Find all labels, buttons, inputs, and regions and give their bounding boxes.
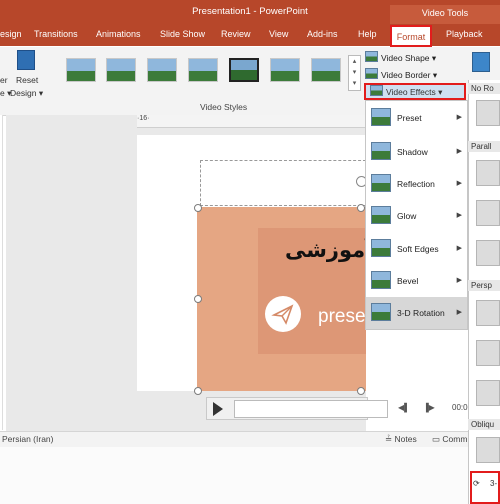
reset-design-label-2[interactable]: Design ▾ [10, 88, 43, 99]
step-back-icon[interactable]: ◀▌ [398, 403, 410, 412]
video-shape-button[interactable]: Video Shape ▾ [365, 51, 436, 64]
submenu-arrow-icon: ▶ [456, 245, 462, 252]
video-style-thumbnail[interactable] [147, 58, 177, 82]
reflection-icon [371, 174, 391, 192]
status-bar [0, 431, 500, 448]
shadow-icon [371, 142, 391, 160]
tab-transitions[interactable]: Transitions [34, 29, 78, 39]
play-icon[interactable] [213, 402, 223, 416]
3d-rotation-icon [371, 303, 391, 321]
rotation-swatch[interactable] [476, 240, 500, 266]
menu-item-soft-edges[interactable]: Soft Edges ▶ [366, 233, 467, 265]
gallery-header-oblique: Obliqu [468, 419, 500, 430]
video-style-thumbnail[interactable] [106, 58, 136, 82]
reset-design-icon [17, 50, 35, 70]
video-tools-group-label: Video Tools [390, 5, 500, 24]
video-shape-icon [365, 51, 378, 62]
tab-playback[interactable]: Playback [446, 29, 483, 39]
video-style-thumbnail[interactable] [66, 58, 96, 82]
horizontal-ruler: ·16· [137, 115, 367, 128]
video-style-thumbnail[interactable] [311, 58, 341, 82]
ruler-mark: ·16· [137, 115, 150, 122]
submenu-arrow-icon: ▶ [456, 114, 462, 121]
menu-item-shadow[interactable]: Shadow ▶ [366, 136, 467, 168]
video-effects-button[interactable]: Video Effects ▾ [364, 83, 466, 100]
rotation-swatch[interactable] [476, 160, 500, 186]
slide-thumbnail-pane [0, 115, 3, 430]
resize-handle[interactable] [194, 295, 202, 303]
soft-edges-icon [371, 239, 391, 257]
gallery-header-parallel: Parall [468, 141, 500, 152]
menu-item-preset[interactable]: Preset ▶ [366, 102, 467, 134]
3d-rotation-options-button[interactable]: ⟳ 3- [470, 471, 500, 504]
submenu-arrow-icon: ▶ [456, 309, 462, 316]
comments-icon: ▭ [432, 434, 443, 444]
submenu-arrow-icon: ▶ [456, 277, 462, 284]
tab-help[interactable]: Help [358, 29, 377, 39]
paper-plane-icon [265, 296, 301, 332]
rotation-swatch[interactable] [476, 437, 500, 463]
tab-slide-show[interactable]: Slide Show [160, 29, 205, 39]
bevel-icon [371, 271, 391, 289]
text-placeholder[interactable] [200, 160, 366, 206]
menu-item-glow[interactable]: Glow ▶ [366, 200, 467, 232]
rotation-options-icon: ⟳ [473, 479, 480, 488]
video-style-thumbnail[interactable] [270, 58, 300, 82]
submenu-arrow-icon: ▶ [456, 180, 462, 187]
rotation-swatch[interactable] [476, 340, 500, 366]
alt-text-icon[interactable] [472, 52, 490, 72]
resize-handle[interactable] [357, 204, 365, 212]
glow-icon [371, 206, 391, 224]
video-style-thumbnail-selected[interactable] [229, 58, 259, 82]
gallery-scroll-buttons[interactable]: ▴ ▾ ▾ [348, 55, 361, 91]
video-title-text: آموزشی [285, 238, 373, 262]
menu-item-bevel[interactable]: Bevel ▶ [366, 265, 467, 297]
submenu-arrow-icon: ▶ [456, 212, 462, 219]
reset-design-label-1[interactable]: Reset [16, 75, 38, 85]
resize-handle[interactable] [194, 204, 202, 212]
video-border-icon [365, 68, 378, 79]
notes-button[interactable]: ≟ Notes [385, 434, 417, 445]
desktop-background [0, 447, 500, 504]
ribbon-left-label-1[interactable]: er [0, 75, 8, 85]
rotation-swatch[interactable] [476, 380, 500, 406]
playback-progress[interactable] [234, 400, 388, 418]
gallery-header-perspective: Persp [468, 280, 500, 291]
menu-item-3d-rotation[interactable]: 3-D Rotation ▶ [366, 297, 467, 329]
tab-view[interactable]: View [269, 29, 288, 39]
preset-icon [371, 108, 391, 126]
video-border-button[interactable]: Video Border ▾ [365, 68, 437, 81]
language-status[interactable]: Persian (Iran) [2, 434, 54, 444]
logo-text: prese [318, 306, 366, 327]
gallery-header-no-rotation: No Ro [468, 83, 500, 94]
comments-button[interactable]: ▭ Comm [432, 434, 467, 445]
video-style-thumbnail[interactable] [188, 58, 218, 82]
menu-item-reflection[interactable]: Reflection ▶ [366, 168, 467, 200]
submenu-arrow-icon: ▶ [456, 148, 462, 155]
video-styles-group-label: Video Styles [200, 102, 248, 112]
resize-handle[interactable] [357, 387, 365, 395]
rotation-swatch[interactable] [476, 200, 500, 226]
rotation-swatch[interactable] [476, 100, 500, 126]
tab-format[interactable]: Format [390, 25, 432, 47]
tab-review[interactable]: Review [221, 29, 251, 39]
rotation-swatch[interactable] [476, 300, 500, 326]
tab-animations[interactable]: Animations [96, 29, 141, 39]
video-effects-icon [370, 85, 383, 96]
player-time: 00:0 [452, 403, 468, 412]
tab-design[interactable]: esign [0, 29, 22, 39]
step-forward-icon[interactable]: ▐▶ [423, 403, 435, 412]
resize-handle[interactable] [194, 387, 202, 395]
tab-add-ins[interactable]: Add-ins [307, 29, 338, 39]
